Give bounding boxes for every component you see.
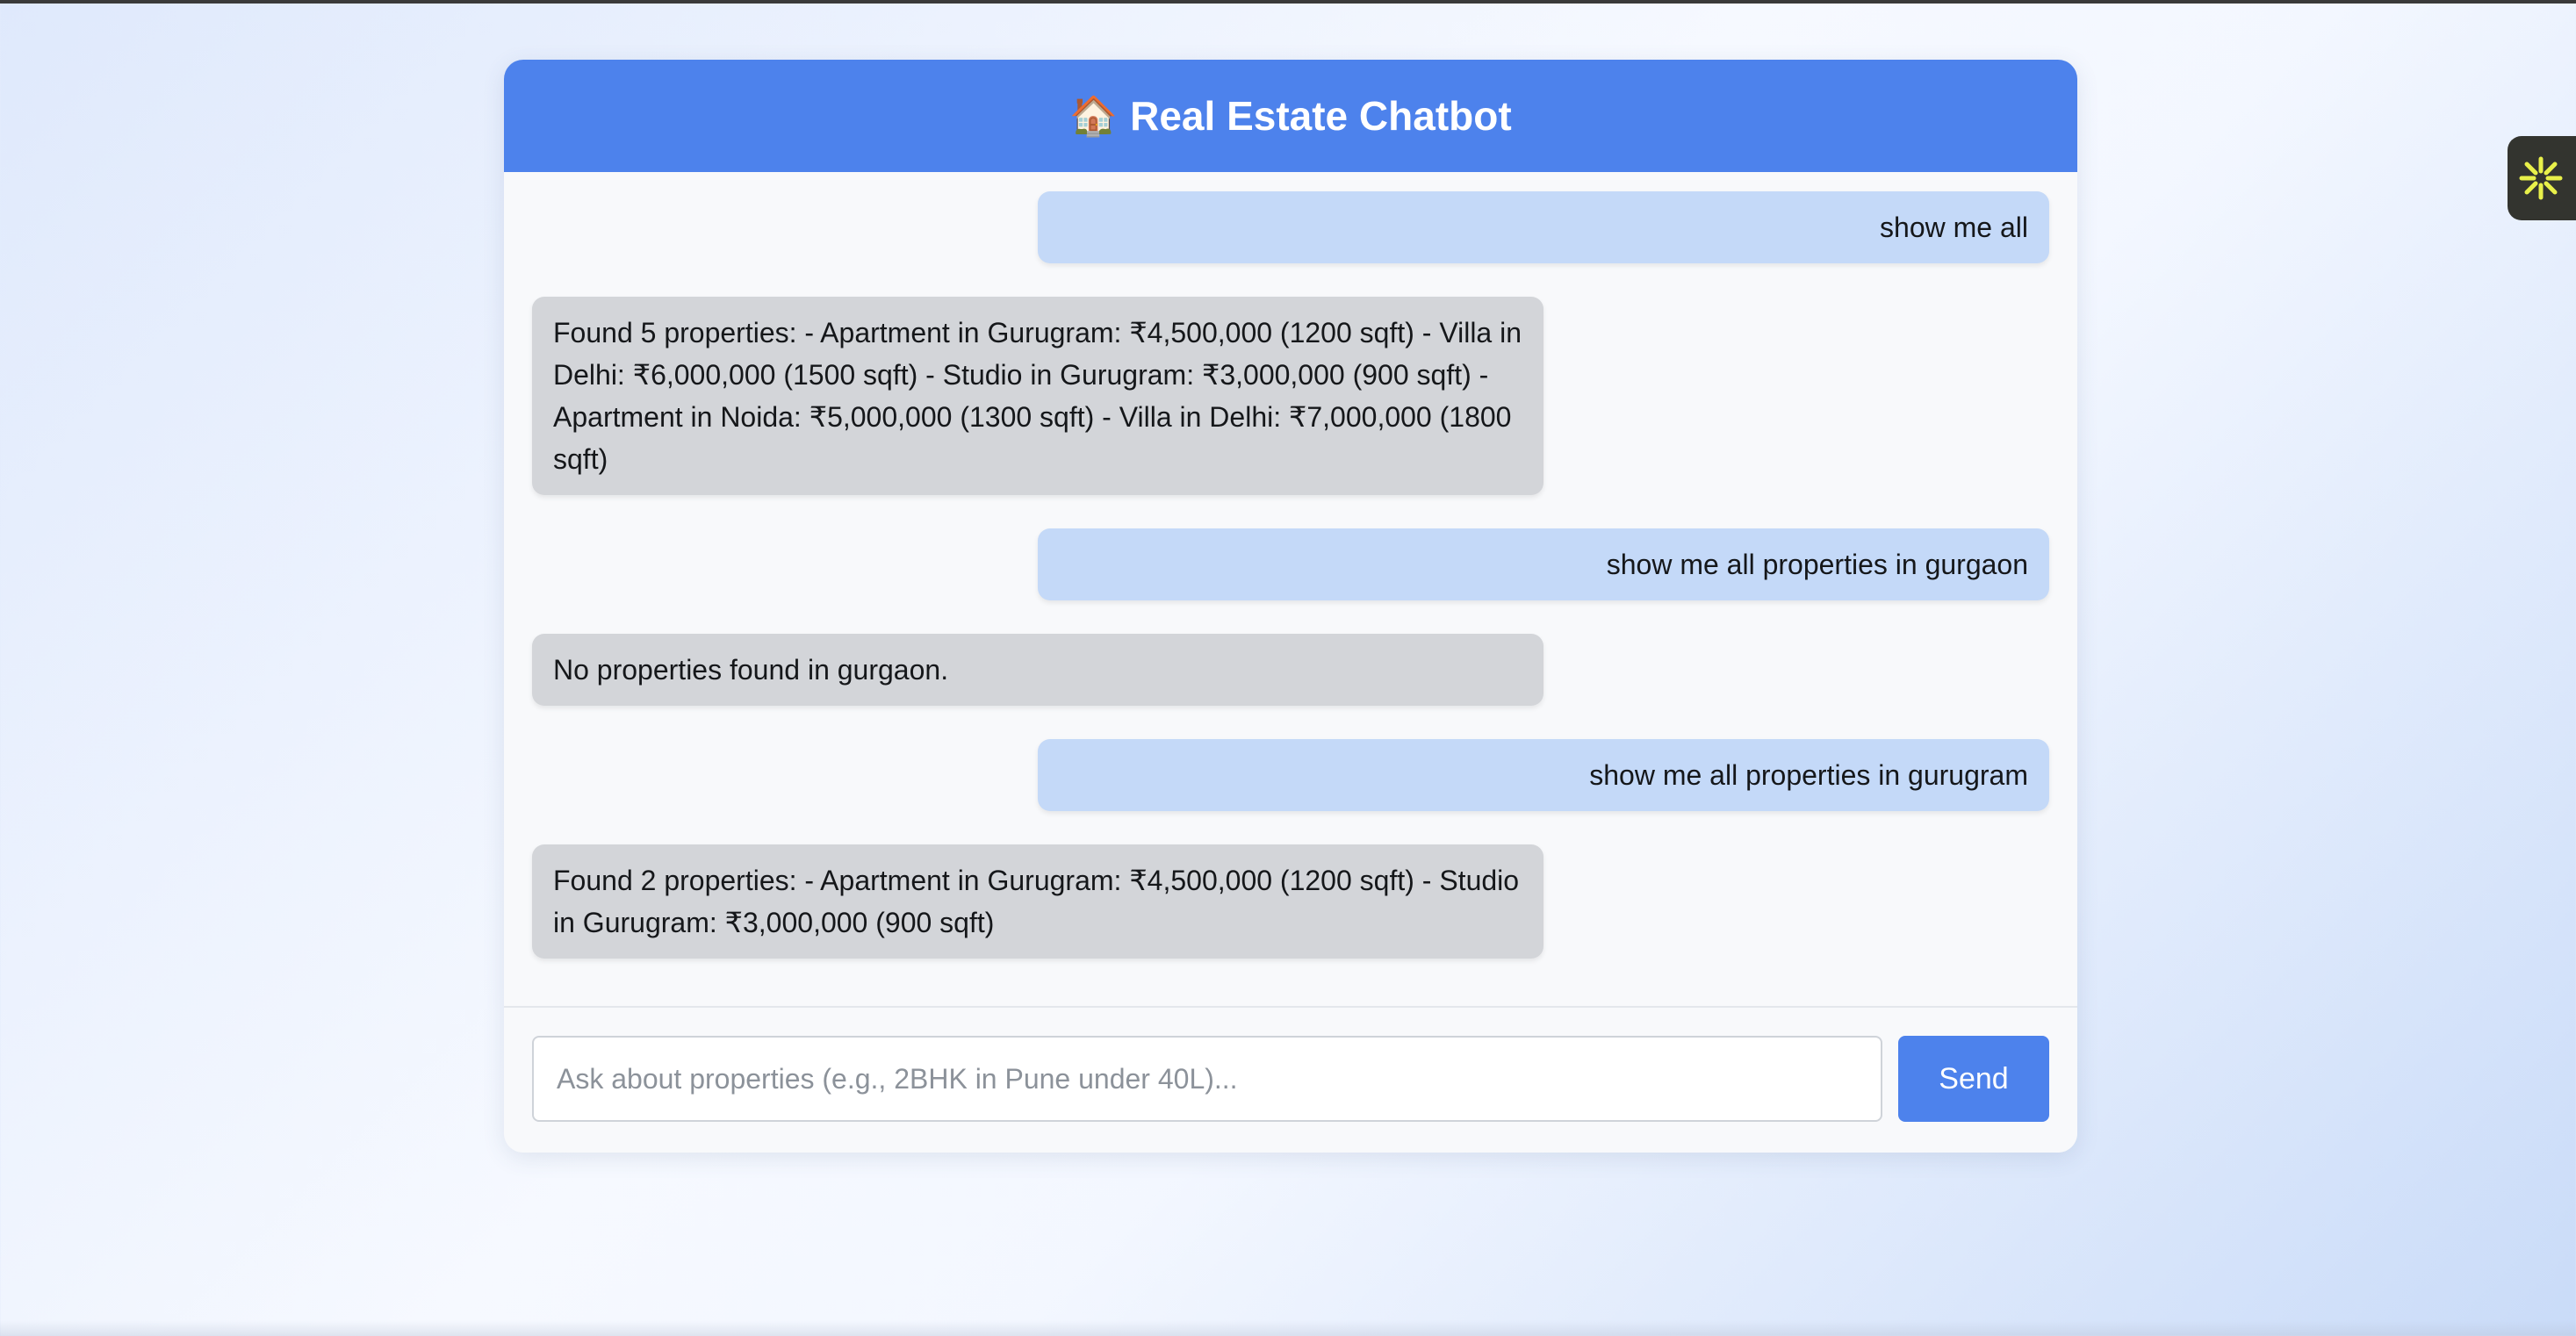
chat-header: 🏠 Real Estate Chatbot xyxy=(504,60,2077,172)
bot-message: Found 2 properties: - Apartment in Gurug… xyxy=(532,844,1543,959)
user-message: show me all properties in gurgaon xyxy=(1038,528,2049,600)
user-message: show me all xyxy=(1038,191,2049,263)
chat-container: 🏠 Real Estate Chatbot show me all Found … xyxy=(504,60,2077,1153)
chat-title: Real Estate Chatbot xyxy=(1130,93,1512,139)
side-widget-button[interactable] xyxy=(2508,136,2576,220)
user-message: show me all properties in gurugram xyxy=(1038,739,2049,811)
asterisk-sparkle-icon xyxy=(2516,154,2565,203)
window-top-border xyxy=(0,0,2576,4)
send-button[interactable]: Send xyxy=(1898,1036,2049,1122)
composer-bar: Send xyxy=(504,1006,2077,1153)
bot-message: Found 5 properties: - Apartment in Gurug… xyxy=(532,297,1543,495)
window-bottom-edge xyxy=(0,1320,2576,1336)
house-icon: 🏠 xyxy=(1069,94,1119,139)
message-input[interactable] xyxy=(532,1036,1882,1122)
message-list[interactable]: show me all Found 5 properties: - Apartm… xyxy=(504,172,2077,1006)
bot-message: No properties found in gurgaon. xyxy=(532,634,1543,706)
